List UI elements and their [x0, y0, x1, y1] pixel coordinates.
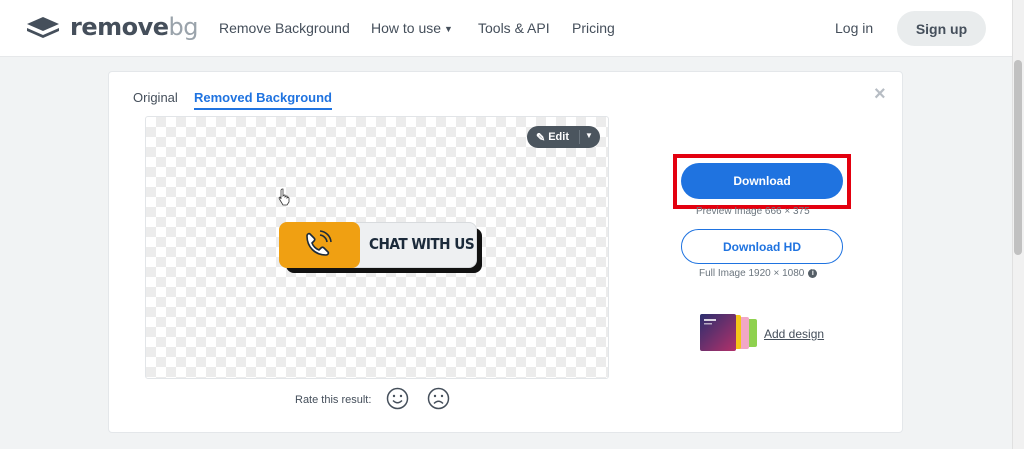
add-design-link[interactable]: Add design: [764, 327, 824, 341]
chevron-down-icon: ▼: [444, 23, 453, 34]
logo-wordmark: removebg: [70, 13, 199, 41]
close-icon[interactable]: ×: [874, 83, 886, 106]
login-link[interactable]: Log in: [835, 20, 873, 36]
logo[interactable]: removebg: [25, 13, 199, 41]
edit-button[interactable]: ✎ Edit ▼: [527, 126, 600, 148]
logo-icon: [27, 17, 59, 38]
highlight-box: [673, 154, 851, 209]
tab-original[interactable]: Original: [133, 90, 178, 105]
signup-button[interactable]: Sign up: [897, 11, 986, 46]
full-image-info: Full Image 1920 × 1080 i: [699, 268, 818, 279]
pencil-icon: ✎: [536, 131, 546, 144]
hand-cursor-icon: [278, 188, 290, 206]
edit-divider: [579, 130, 580, 144]
tab-removed-background[interactable]: Removed Background: [194, 90, 332, 110]
design-thumbnail[interactable]: [699, 313, 759, 353]
info-icon[interactable]: i: [808, 269, 818, 278]
nav-remove-background[interactable]: Remove Background: [219, 20, 350, 36]
sad-face-icon[interactable]: [427, 387, 450, 410]
image-text: CHAT WITH US: [369, 235, 475, 253]
download-hd-button[interactable]: Download HD: [681, 229, 843, 264]
nav-pricing[interactable]: Pricing: [572, 20, 615, 36]
rate-label: Rate this result:: [295, 394, 372, 406]
caret-down-icon[interactable]: ▼: [585, 131, 593, 140]
preview-image-info: Preview Image 666 × 375: [696, 206, 810, 217]
nav-how-to-use[interactable]: How to use ▼: [371, 20, 453, 36]
nav-tools-api[interactable]: Tools & API: [478, 20, 550, 36]
happy-face-icon[interactable]: [386, 387, 409, 410]
phone-icon: [306, 230, 332, 256]
scrollbar-thumb[interactable]: [1014, 60, 1022, 255]
